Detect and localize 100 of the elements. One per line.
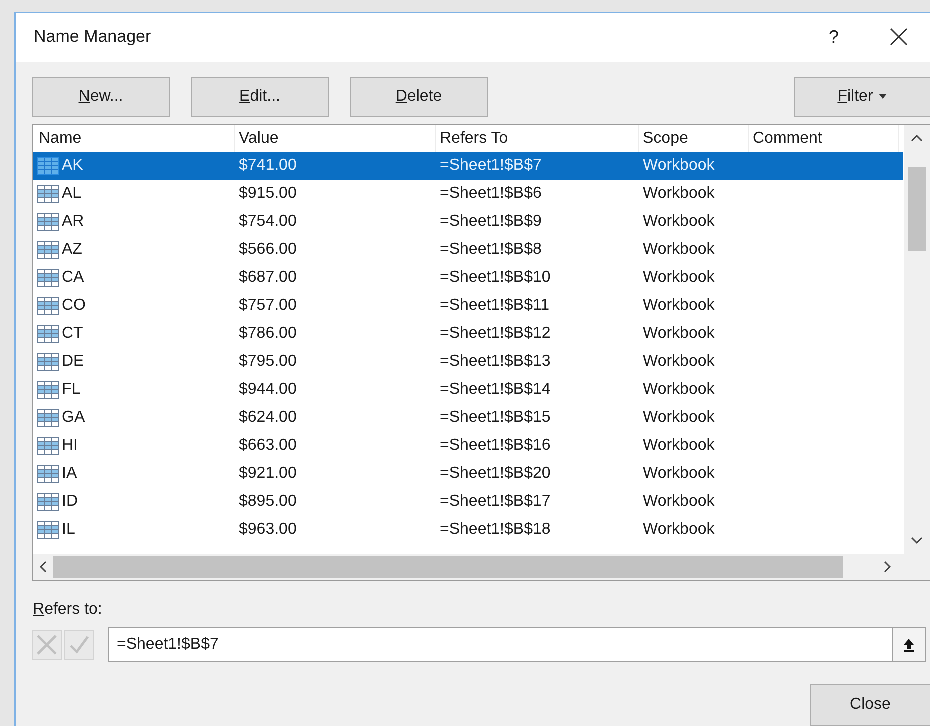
table-cell-text: Workbook [643,324,716,343]
table-cell-text: Workbook [643,156,716,175]
table-cell-text: $687.00 [239,268,298,287]
name-row[interactable]: GA $624.00 =Sheet1!$B$15 Workbook [33,404,903,432]
name-row[interactable]: FL $944.00 =Sheet1!$B$14 Workbook [33,376,903,404]
table-cell: IA [61,464,78,483]
table-icon [37,520,59,539]
table-cell-text: $663.00 [239,436,298,455]
edit-button[interactable]: Edit... [191,76,329,117]
table-cell-text: =Sheet1!$B$18 [440,520,552,539]
table-cell-text: $921.00 [239,464,298,483]
table-cell: CA [61,268,84,287]
table-icon [37,268,59,287]
table-cell-text: =Sheet1!$B$14 [440,380,552,399]
refers-to-label: Refers to: [33,601,104,619]
up-arrow-icon [903,638,915,652]
table-cell: AZ [61,240,82,259]
table-cell-text: =Sheet1!$B$13 [440,352,552,371]
delete-button[interactable]: Delete [350,76,488,117]
table-cell-text: Workbook [643,408,716,427]
name-row[interactable]: AR $754.00 =Sheet1!$B$9 Workbook [33,208,903,236]
table-cell: CO [61,296,86,315]
table-cell-text: $566.00 [239,240,298,259]
scroll-thumb[interactable] [53,556,843,578]
new-button[interactable]: New... [32,76,170,117]
table-icon [37,184,59,203]
table-cell-text: $895.00 [239,492,298,511]
table-icon [37,240,59,259]
name-row[interactable]: IA $921.00 =Sheet1!$B$20 Workbook [33,460,903,488]
table-cell-text: Workbook [643,464,716,483]
table-cell-text: Workbook [643,212,716,231]
table-cell-text: Workbook [643,492,716,511]
table-cell-text: Workbook [643,352,716,371]
table-icon [37,212,59,231]
table-cell-text: =Sheet1!$B$15 [440,408,552,427]
table-cell-text: Workbook [643,184,716,203]
table-cell-text: $963.00 [239,520,298,539]
table-cell-text: =Sheet1!$B$11 [440,296,551,315]
caret-icon [879,94,888,100]
window-title: Name Manager [34,27,152,48]
scroll-thumb[interactable] [908,166,926,251]
table-icon [37,408,59,427]
table-cell: IL [61,520,76,539]
table-cell: GA [61,408,86,427]
table-icon [37,492,59,511]
table-cell-text: $741.00 [239,156,298,175]
table-icon [37,436,59,455]
table-icon [37,324,59,343]
table-cell-text: =Sheet1!$B$9 [440,212,543,231]
table-cell-text: Workbook [643,520,716,539]
table-cell: ID [61,492,78,511]
table-icon [37,296,59,315]
horizontal-scrollbar[interactable] [33,554,930,580]
table-icon [37,464,59,483]
name-row[interactable]: AZ $566.00 =Sheet1!$B$8 Workbook [33,236,903,264]
table-cell-text: $754.00 [239,212,298,231]
table-cell-text: $944.00 [239,380,298,399]
refers-to-field[interactable]: =Sheet1!$B$7 [108,627,892,662]
table-cell: AL [61,184,82,203]
cross-icon [36,634,58,656]
table-cell-text: Workbook [643,380,716,399]
table-cell-text: =Sheet1!$B$20 [440,464,552,483]
table-cell-text: $795.00 [239,352,298,371]
table-cell-text: =Sheet1!$B$10 [440,268,552,287]
checkmark-icon [68,634,90,656]
name-row[interactable]: CO $757.00 =Sheet1!$B$11 Workbook [33,292,903,320]
close-icon[interactable] [890,28,908,46]
table-cell: DE [61,352,84,371]
name-row[interactable]: AL $915.00 =Sheet1!$B$6 Workbook [33,180,903,208]
table-cell-text: =Sheet1!$B$8 [440,240,543,259]
collapse-button[interactable] [892,627,926,662]
table-cell-text: $786.00 [239,324,298,343]
table-cell: CT [61,324,84,343]
name-row[interactable]: ID $895.00 =Sheet1!$B$17 Workbook [33,488,903,516]
table-cell-text: =Sheet1!$B$7 [440,156,543,175]
table-cell-text: $624.00 [239,408,298,427]
table-cell-text: =Sheet1!$B$17 [440,492,552,511]
table-cell-text: =Sheet1!$B$12 [440,324,552,343]
close-button[interactable]: Close [810,684,930,726]
name-row[interactable]: DE $795.00 =Sheet1!$B$13 Workbook [33,348,903,376]
filter-button[interactable]: Filter [794,76,930,117]
table-cell-text: $757.00 [239,296,298,315]
name-row[interactable]: CT $786.00 =Sheet1!$B$12 Workbook [33,320,903,348]
table-icon [37,380,59,399]
table-icon [37,156,59,175]
table-cell-text: Workbook [643,436,716,455]
table-cell-text: $915.00 [239,184,298,203]
help-button[interactable]: ? [814,26,854,48]
table-cell-text: Workbook [643,268,716,287]
name-row[interactable]: HI $663.00 =Sheet1!$B$16 Workbook [33,432,903,460]
name-row[interactable]: IL $963.00 =Sheet1!$B$18 Workbook [33,516,903,544]
table-cell: HI [61,436,78,455]
table-cell-text: Workbook [643,240,716,259]
name-row[interactable]: AK $741.00 =Sheet1!$B$7 Workbook [33,152,903,180]
table-icon [37,352,59,371]
name-row[interactable]: CA $687.00 =Sheet1!$B$10 Workbook [33,264,903,292]
table-cell: AR [61,212,84,231]
vertical-scrollbar[interactable] [904,124,930,554]
table-cell-text: Workbook [643,296,716,315]
table-cell: FL [61,380,81,399]
